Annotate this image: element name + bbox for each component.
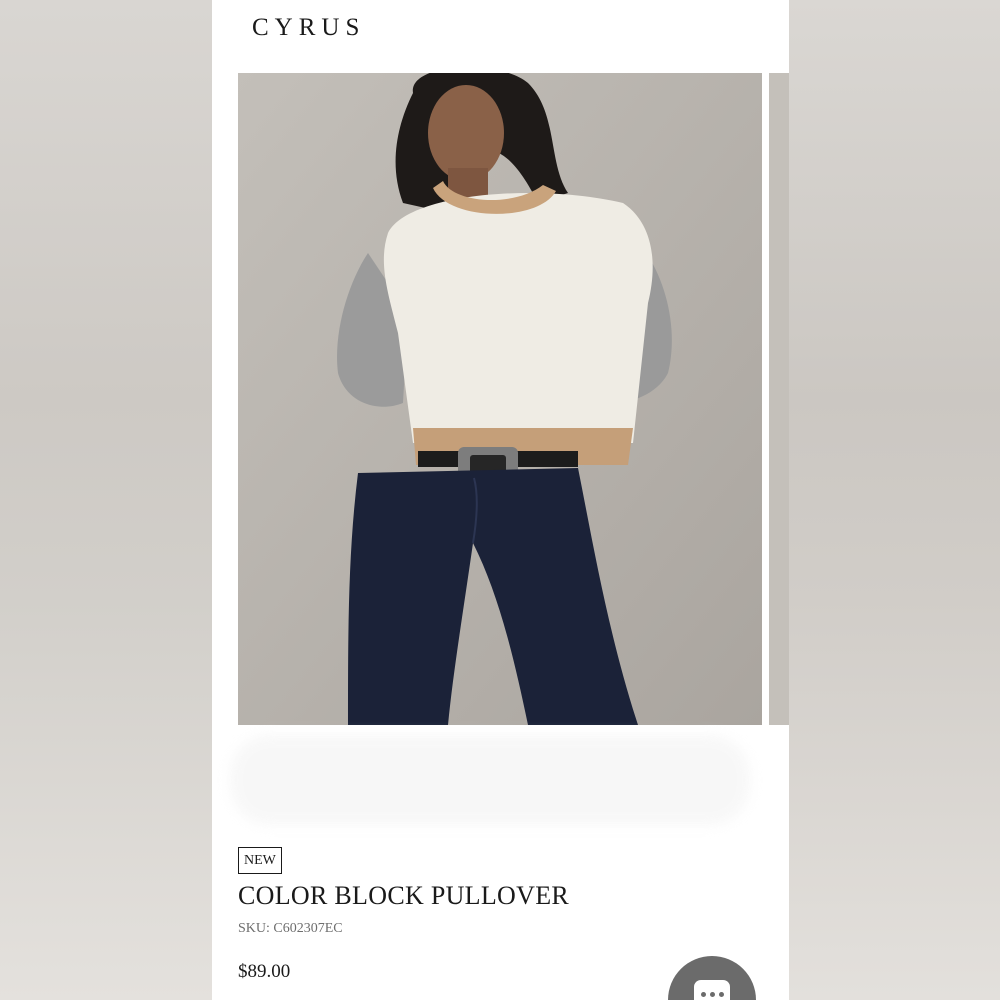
obscured-area xyxy=(230,735,750,825)
backdrop-left-blur xyxy=(0,0,212,1000)
product-image-gallery[interactable] xyxy=(238,73,789,725)
product-price: $89.00 xyxy=(238,961,291,982)
brand-logo[interactable]: CYRUS xyxy=(252,14,365,42)
product-photo[interactable] xyxy=(238,73,762,725)
product-photo-illustration xyxy=(238,73,762,725)
next-photo-peek[interactable] xyxy=(769,73,789,725)
product-title: COLOR BLOCK PULLOVER xyxy=(238,881,570,910)
chat-dot xyxy=(710,992,715,997)
chat-button[interactable] xyxy=(668,956,756,1000)
product-sku: SKU: C602307EC xyxy=(238,921,343,936)
new-badge: NEW xyxy=(238,847,282,874)
chat-dot xyxy=(719,992,724,997)
chat-bubble-icon xyxy=(694,980,730,1000)
product-page: CYRUS NEW COLOR BLOCK PULLOVER SKU: C602… xyxy=(212,0,789,1000)
chat-dot xyxy=(701,992,706,997)
backdrop-right-blur xyxy=(789,0,1000,1000)
